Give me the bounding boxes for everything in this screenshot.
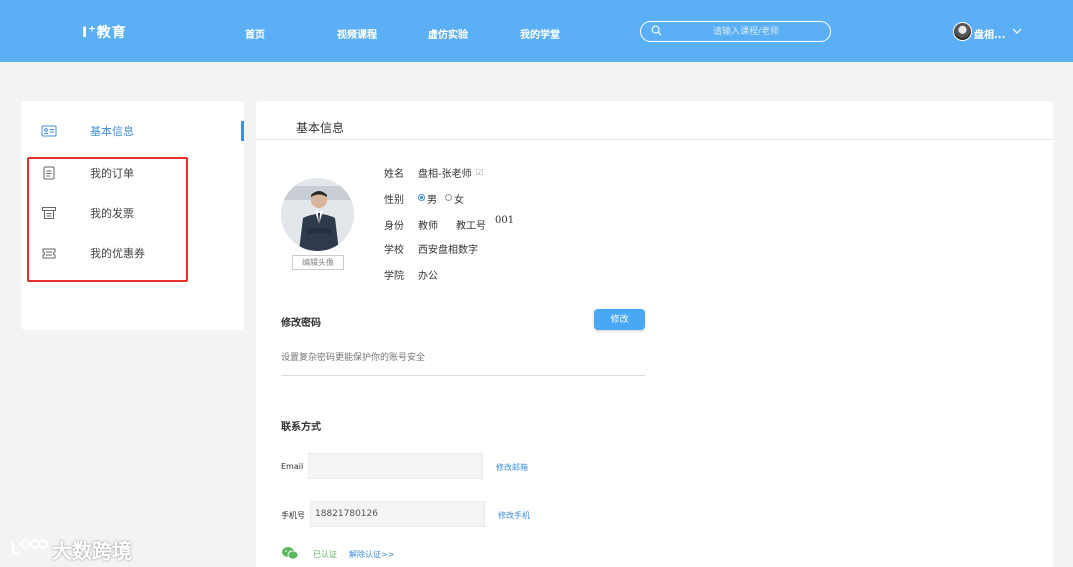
watermark-text: 大数跨境	[52, 539, 132, 563]
watermark-logo-icon	[11, 539, 48, 555]
identity-value: 教师	[418, 221, 438, 232]
wechat-icon	[282, 547, 299, 560]
wechat-verified-status: 已认证	[313, 550, 337, 559]
nav-video-courses[interactable]: 视频课程	[337, 26, 377, 41]
school-value: 西安盘相数字	[418, 245, 478, 256]
title-divider	[256, 139, 1053, 140]
search-icon[interactable]	[651, 25, 662, 36]
nav-home[interactable]: 首页	[245, 26, 265, 41]
search-input[interactable]	[671, 24, 821, 39]
gender-label: 性别	[384, 195, 404, 206]
edit-name-icon[interactable]: ☑	[476, 168, 483, 177]
modify-phone-link[interactable]: 修改手机	[498, 510, 530, 521]
nav-virtual-experiments[interactable]: 虚仿实验	[428, 26, 468, 41]
email-label: Email	[281, 462, 304, 471]
search-box[interactable]	[640, 21, 831, 42]
phone-field[interactable]: 18821780126	[310, 501, 485, 527]
identity-label: 身份	[384, 221, 404, 232]
gender-female-label: 女	[454, 195, 464, 206]
main-panel: 基本信息 编辑头像 姓名 盘相-张老师 ☑ 性别 男 女 身份 教师 教工号 0…	[256, 101, 1053, 567]
college-label: 学院	[384, 271, 404, 282]
college-value: 办公	[418, 271, 438, 282]
contact-section-title: 联系方式	[281, 422, 321, 433]
sidebar-item-basic-info[interactable]: 基本信息	[21, 114, 244, 148]
name-label: 姓名	[384, 169, 404, 180]
profile-photo[interactable]	[281, 178, 354, 251]
sidebar-item-label: 基本信息	[90, 125, 134, 138]
id-card-icon	[41, 125, 57, 137]
active-indicator	[241, 121, 244, 141]
name-value: 盘相-张老师	[418, 169, 472, 180]
person-portrait-icon	[281, 178, 354, 251]
phone-label: 手机号	[281, 511, 305, 520]
modify-email-link[interactable]: 修改邮箱	[496, 462, 528, 473]
gender-female-radio[interactable]	[445, 194, 452, 201]
school-label: 学校	[384, 245, 404, 256]
user-avatar[interactable]	[953, 22, 972, 41]
nav-my-classroom[interactable]: 我的学堂	[520, 26, 560, 41]
password-section-title: 修改密码	[281, 318, 321, 329]
gender-male-label: 男	[427, 195, 437, 206]
email-field[interactable]	[308, 453, 483, 479]
brand-logo[interactable]: I+教育	[82, 22, 127, 42]
section-divider	[281, 375, 645, 376]
unbind-wechat-link[interactable]: 解除认证>>	[349, 549, 394, 560]
employee-id-value: 001	[495, 215, 515, 226]
gender-male-radio[interactable]	[418, 194, 425, 201]
user-name[interactable]: 盘相...	[974, 26, 1005, 41]
top-header: I+教育 首页 视频课程 虚仿实验 我的学堂 盘相...	[0, 0, 1073, 62]
highlight-box	[27, 157, 188, 282]
employee-id-label: 教工号	[456, 221, 486, 232]
password-hint: 设置复杂密码更能保护你的账号安全	[281, 353, 426, 363]
chevron-down-icon[interactable]	[1012, 27, 1022, 35]
edit-avatar-button[interactable]: 编辑头像	[292, 255, 344, 270]
page-title: 基本信息	[296, 121, 345, 135]
modify-password-button[interactable]: 修改	[594, 309, 645, 330]
